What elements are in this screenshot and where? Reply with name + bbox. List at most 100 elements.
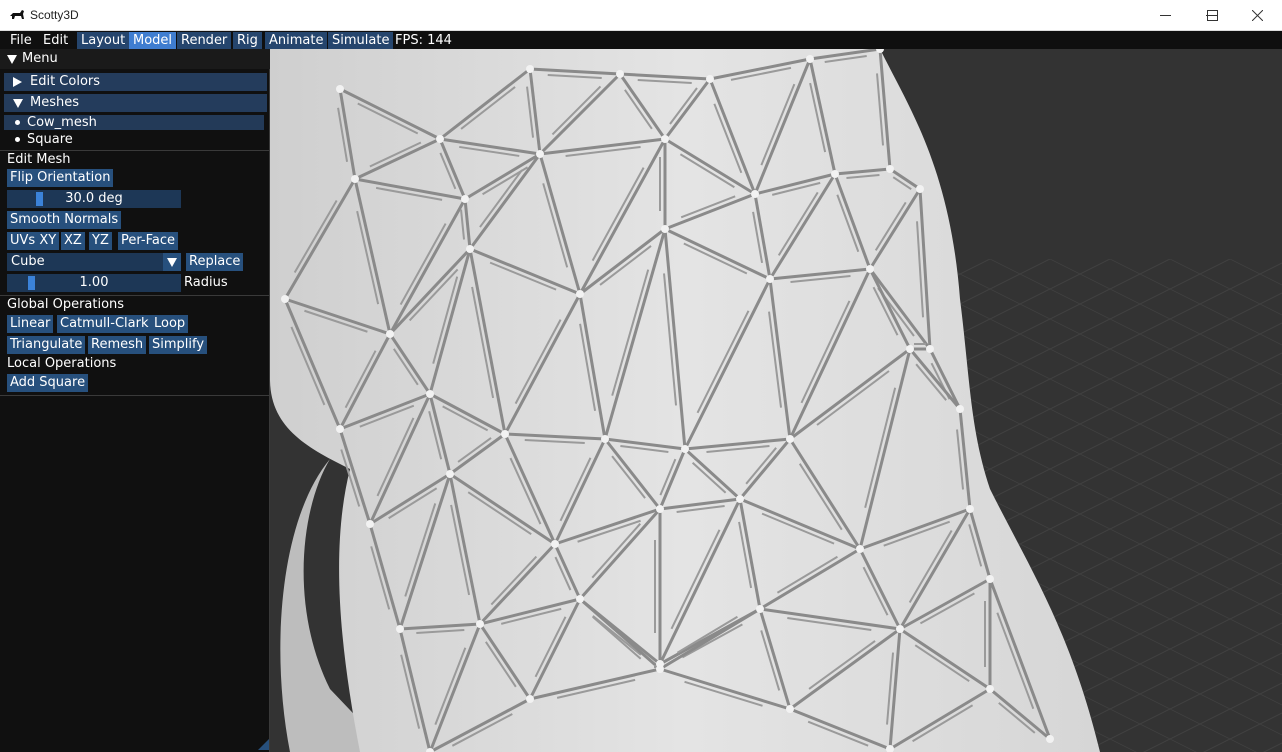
divider [0, 150, 269, 151]
mesh-vertex[interactable] [601, 435, 609, 443]
mesh-vertex[interactable] [436, 135, 444, 143]
mesh-vertex[interactable] [786, 705, 794, 713]
mesh-vertex[interactable] [856, 545, 864, 553]
mesh-vertex[interactable] [526, 65, 534, 73]
mesh-vertex[interactable] [396, 625, 404, 633]
mesh-vertex[interactable] [886, 165, 894, 173]
mesh-vertex[interactable] [661, 225, 669, 233]
meshes-header[interactable]: Meshes [4, 94, 267, 112]
tab-simulate[interactable]: Simulate [328, 32, 394, 49]
mesh-vertex[interactable] [461, 195, 469, 203]
tab-model[interactable]: Model [129, 32, 177, 49]
menu-edit[interactable]: Edit [39, 32, 72, 49]
mesh-vertex[interactable] [786, 435, 794, 443]
shape-select[interactable]: Cube [7, 253, 181, 271]
mesh-vertex[interactable] [806, 55, 814, 63]
tab-render[interactable]: Render [177, 32, 232, 49]
shape-select-value: Cube [11, 254, 45, 269]
chevron-down-icon [167, 258, 177, 267]
bullet-icon [15, 120, 20, 125]
loop-button[interactable]: Loop [151, 315, 189, 333]
simplify-button[interactable]: Simplify [149, 336, 208, 354]
mesh-vertex[interactable] [501, 430, 509, 438]
uvs-xz-button[interactable]: XZ [61, 232, 85, 250]
scotty-logo-icon [10, 10, 24, 19]
menu-bar: File Edit Layout Model Render Rig Animat… [0, 31, 1282, 49]
mesh-vertex[interactable] [551, 540, 559, 548]
uvs-xy-button[interactable]: UVs XY [7, 232, 60, 250]
expand-right-icon [13, 77, 22, 87]
mesh-vertex[interactable] [866, 265, 874, 273]
mesh-vertex[interactable] [766, 275, 774, 283]
mesh-render[interactable] [270, 49, 1282, 752]
mesh-vertex[interactable] [476, 620, 484, 628]
3d-viewport[interactable] [270, 49, 1282, 752]
mesh-vertex[interactable] [916, 185, 924, 193]
radius-value: 1.00 [79, 275, 109, 290]
dropdown-arrow[interactable] [163, 253, 181, 271]
tab-layout[interactable]: Layout [77, 32, 130, 49]
mesh-item-cow[interactable]: Cow_mesh [4, 115, 264, 130]
mesh-item-square[interactable]: Square [4, 132, 264, 147]
mesh-vertex[interactable] [386, 330, 394, 338]
mesh-vertex[interactable] [986, 575, 994, 583]
mesh-vertex[interactable] [706, 75, 714, 83]
mesh-vertex[interactable] [986, 685, 994, 693]
resize-grip-icon[interactable] [258, 739, 269, 750]
tab-rig[interactable]: Rig [233, 32, 262, 49]
mesh-item-label: Cow_mesh [27, 115, 97, 130]
tab-animate[interactable]: Animate [265, 32, 328, 49]
mesh-vertex[interactable] [1046, 735, 1054, 743]
uvs-per-face-button[interactable]: Per-Face [118, 232, 178, 250]
mesh-vertex[interactable] [351, 175, 359, 183]
mesh-vertex[interactable] [656, 665, 664, 673]
mesh-vertex[interactable] [526, 695, 534, 703]
mesh-vertex[interactable] [756, 605, 764, 613]
mesh-vertex[interactable] [926, 345, 934, 353]
mesh-vertex[interactable] [536, 150, 544, 158]
mesh-vertex[interactable] [466, 245, 474, 253]
mesh-vertex[interactable] [366, 520, 374, 528]
mesh-vertex[interactable] [426, 390, 434, 398]
divider [0, 395, 269, 396]
mesh-vertex[interactable] [336, 85, 344, 93]
menu-file[interactable]: File [6, 32, 36, 49]
smooth-normals-button[interactable]: Smooth Normals [7, 211, 122, 229]
close-button[interactable] [1234, 0, 1280, 31]
mesh-vertex[interactable] [751, 190, 759, 198]
panel-title: Menu [22, 51, 58, 66]
mesh-vertex[interactable] [446, 470, 454, 478]
panel-header[interactable]: Menu [0, 49, 270, 69]
minimize-button-2[interactable] [1142, 0, 1188, 31]
linear-button[interactable]: Linear [7, 315, 54, 333]
angle-slider[interactable]: 30.0 deg [7, 190, 181, 208]
mesh-vertex[interactable] [966, 505, 974, 513]
mesh-vertex[interactable] [906, 345, 914, 353]
mesh-vertex[interactable] [656, 505, 664, 513]
flip-orientation-button[interactable]: Flip Orientation [7, 169, 114, 187]
uvs-yz-button[interactable]: YZ [89, 232, 112, 250]
replace-button[interactable]: Replace [186, 253, 244, 271]
bullet-icon [15, 137, 20, 142]
edit-colors-header[interactable]: Edit Colors [4, 73, 267, 91]
triangulate-button[interactable]: Triangulate [7, 336, 86, 354]
global-operations-heading: Global Operations [7, 297, 125, 312]
mesh-vertex[interactable] [576, 290, 584, 298]
radius-slider[interactable]: 1.00 [7, 274, 181, 292]
mesh-vertex[interactable] [956, 405, 964, 413]
catmull-clark-button[interactable]: Catmull-Clark [57, 315, 152, 333]
remesh-button[interactable]: Remesh [88, 336, 147, 354]
mesh-vertex[interactable] [336, 425, 344, 433]
mesh-vertex[interactable] [896, 625, 904, 633]
maximize-button-2[interactable] [1189, 0, 1235, 31]
mesh-vertex[interactable] [736, 495, 744, 503]
mesh-vertex[interactable] [281, 295, 289, 303]
angle-value: 30.0 deg [65, 191, 123, 206]
mesh-vertex[interactable] [661, 135, 669, 143]
minimize-icon [1159, 15, 1171, 16]
add-square-button[interactable]: Add Square [7, 374, 89, 392]
mesh-vertex[interactable] [831, 170, 839, 178]
mesh-vertex[interactable] [576, 595, 584, 603]
mesh-vertex[interactable] [681, 445, 689, 453]
mesh-vertex[interactable] [616, 70, 624, 78]
